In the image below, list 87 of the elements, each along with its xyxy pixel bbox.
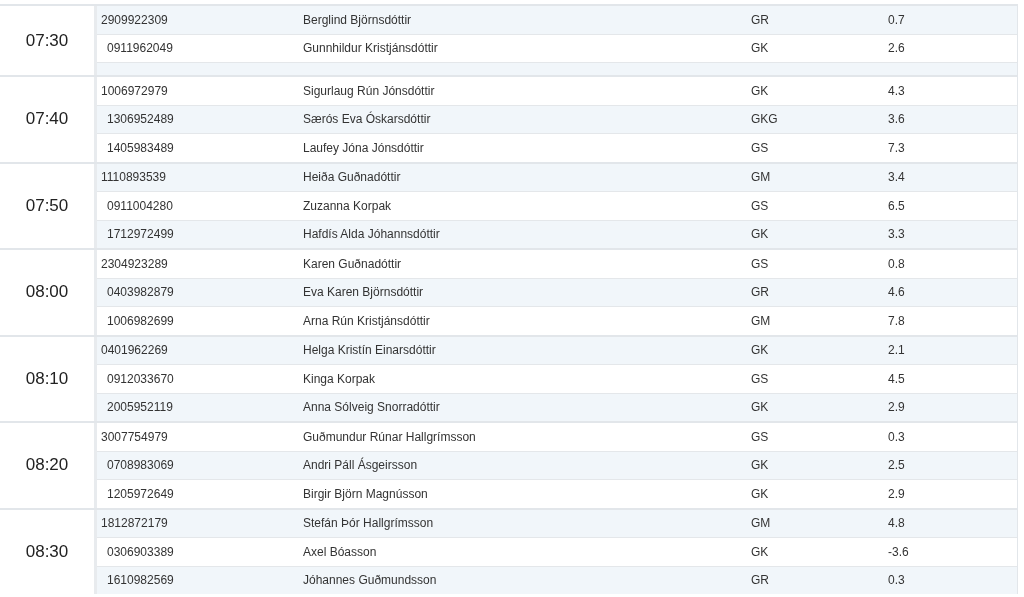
player-id: 1405983489 [106, 140, 174, 155]
club-code: GK [750, 83, 769, 98]
player-name: Gunnhildur Kristjánsdóttir [302, 41, 438, 56]
handicap: 2.1 [887, 343, 905, 358]
handicap: 0.8 [887, 256, 905, 271]
tee-time: 08:20 [25, 455, 69, 476]
tee-time: 08:10 [25, 368, 69, 389]
player-id: 0401962269 [100, 343, 168, 358]
player-name: Hafdís Alda Jóhannsdóttir [302, 227, 440, 242]
handicap: -3.6 [887, 544, 909, 559]
tee-time: 08:30 [25, 541, 69, 562]
handicap: 0.7 [887, 12, 905, 27]
tee-time: 07:30 [25, 30, 69, 51]
handicap: 2.9 [887, 486, 905, 501]
player-name: Jóhannes Guðmundsson [302, 573, 437, 588]
handicap: 3.4 [887, 170, 905, 185]
player-id: 1110893539 [100, 170, 166, 185]
player-name: Guðmundur Rúnar Hallgrímsson [302, 429, 476, 444]
player-id: 1006972979 [100, 83, 168, 98]
club-code: GK [750, 400, 769, 415]
player-name: Sigurlaug Rún Jónsdóttir [302, 83, 435, 98]
player-id: 1006982699 [106, 313, 174, 328]
player-name: Helga Kristín Einarsdóttir [302, 343, 436, 358]
club-code: GM [750, 516, 771, 531]
handicap: 2.6 [887, 41, 905, 56]
player-name: Berglind Björnsdóttir [302, 12, 412, 27]
player-name: Arna Rún Kristjánsdóttir [302, 313, 430, 328]
club-code: GR [750, 573, 769, 588]
player-id: 1610982569 [106, 573, 174, 588]
handicap: 0.3 [887, 573, 905, 588]
player-id: 0911962049 [106, 41, 173, 56]
club-code: GS [750, 140, 769, 155]
player-id: 1712972499 [106, 227, 174, 242]
club-code: GS [750, 256, 769, 271]
club-code: GK [750, 544, 769, 559]
handicap: 0.3 [887, 429, 905, 444]
club-code: GS [750, 198, 769, 213]
player-id: 0306903389 [106, 544, 174, 559]
club-code: GK [750, 458, 769, 473]
club-code: GKG [750, 112, 778, 127]
handicap: 4.3 [887, 83, 905, 98]
handicap: 6.5 [887, 198, 905, 213]
club-code: GR [750, 12, 769, 27]
tee-time: 07:50 [25, 195, 69, 216]
player-id: 2304923289 [100, 256, 168, 271]
club-code: GS [750, 429, 769, 444]
handicap: 3.6 [887, 112, 905, 127]
handicap: 4.8 [887, 516, 905, 531]
player-name: Zuzanna Korpak [302, 198, 392, 213]
club-code: GS [750, 371, 769, 386]
handicap: 2.9 [887, 400, 905, 415]
player-name: Heiða Guðnadóttir [302, 170, 401, 185]
player-name: Stefán Þór Hallgrímsson [302, 516, 434, 531]
player-name: Laufey Jóna Jónsdóttir [302, 140, 424, 155]
handicap: 2.5 [887, 458, 905, 473]
player-id: 0403982879 [106, 285, 174, 300]
club-code: GK [750, 486, 769, 501]
handicap: 3.3 [887, 227, 905, 242]
player-id: 3007754979 [100, 429, 168, 444]
player-id: 1812872179 [100, 516, 168, 531]
player-id: 2909922309 [100, 12, 168, 27]
club-code: GM [750, 313, 771, 328]
player-name: Kinga Korpak [302, 371, 376, 386]
club-code: GM [750, 170, 771, 185]
club-code: GK [750, 41, 769, 56]
handicap: 4.6 [887, 285, 905, 300]
club-code: GK [750, 227, 769, 242]
player-name: Andri Páll Ásgeirsson [302, 458, 418, 473]
player-name: Axel Bóasson [302, 544, 377, 559]
player-id: 0911004280 [106, 198, 173, 213]
handicap: 7.3 [887, 140, 905, 155]
player-id: 0708983069 [106, 458, 174, 473]
player-id: 2005952119 [106, 400, 173, 415]
player-id: 1205972649 [106, 486, 174, 501]
player-name: Særós Eva Óskarsdóttir [302, 112, 431, 127]
player-name: Eva Karen Björnsdóttir [302, 285, 424, 300]
player-name: Karen Guðnadóttir [302, 256, 402, 271]
club-code: GR [750, 285, 769, 300]
handicap: 4.5 [887, 371, 905, 386]
tee-time: 07:40 [25, 109, 69, 130]
handicap: 7.8 [887, 313, 905, 328]
player-id: 1306952489 [106, 112, 174, 127]
player-id: 0912033670 [106, 371, 174, 386]
player-name: Birgir Björn Magnússon [302, 486, 428, 501]
club-code: GK [750, 343, 769, 358]
player-name: Anna Sólveig Snorradóttir [302, 400, 440, 415]
tee-time: 08:00 [25, 282, 69, 303]
